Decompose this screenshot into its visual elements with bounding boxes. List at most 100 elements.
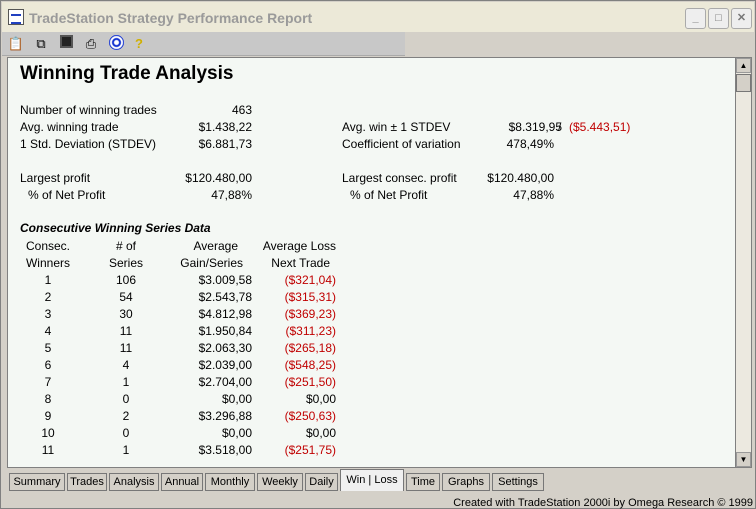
print-button[interactable]: ⎙ xyxy=(82,35,100,53)
tab-annual[interactable]: Annual xyxy=(161,473,203,491)
tab-monthly[interactable]: Monthly xyxy=(205,473,255,491)
pct-net-label-2: % of Net Profit xyxy=(350,188,428,202)
cell-winners: 2 xyxy=(44,290,52,304)
largest-profit-label: Largest profit xyxy=(20,171,91,185)
copy-icon: ⧉ xyxy=(36,36,46,51)
properties-button[interactable]: 📋 xyxy=(7,35,25,53)
vertical-scrollbar[interactable]: ▲ ▼ xyxy=(735,57,752,468)
cell-series: 4 xyxy=(122,358,130,372)
col-header-series: Series xyxy=(108,256,143,270)
arrow-down-icon: ▼ xyxy=(739,455,748,464)
cell-series: 0 xyxy=(122,426,130,440)
close-icon: ✕ xyxy=(736,12,747,24)
report-window: TradeStation Strategy Performance Report… xyxy=(0,0,756,509)
save-button[interactable] xyxy=(57,35,75,53)
cell-loss: ($265,18) xyxy=(284,341,336,355)
col-header-winners: Winners xyxy=(25,256,70,270)
cell-winners: 11 xyxy=(41,443,55,457)
tab-graphs[interactable]: Graphs xyxy=(442,473,490,491)
cell-loss: ($251,75) xyxy=(284,443,336,457)
avg-win-plus: $8.319,95 xyxy=(508,120,562,134)
target-icon xyxy=(108,35,124,50)
tab-summary[interactable]: Summary xyxy=(9,473,65,491)
cell-winners: 6 xyxy=(44,358,52,372)
close-button[interactable]: ✕ xyxy=(731,8,752,29)
target-button[interactable] xyxy=(107,35,125,53)
cell-series: 106 xyxy=(115,273,137,287)
report-tabs: Summary Trades Analysis Annual Monthly Weekly… xyxy=(7,469,752,493)
save-icon xyxy=(59,35,73,48)
stat-value: $1.438,22 xyxy=(198,120,252,134)
pct-net-label: % of Net Profit xyxy=(28,188,106,202)
cell-winners: 1 xyxy=(44,273,52,287)
stat-value: 463 xyxy=(231,103,252,117)
cell-series: 30 xyxy=(119,307,133,321)
tab-time[interactable]: Time xyxy=(406,473,440,491)
footer-credit: Created with TradeStation 2000i by Omega… xyxy=(453,497,753,509)
cell-series: 11 xyxy=(119,324,133,338)
help-button[interactable]: ? xyxy=(130,35,148,53)
print-icon: ⎙ xyxy=(85,36,97,51)
cell-gain: $0,00 xyxy=(221,426,252,440)
scroll-up-button[interactable]: ▲ xyxy=(736,58,751,73)
maximize-button[interactable]: □ xyxy=(708,8,729,29)
cell-gain: $3.518,00 xyxy=(198,443,252,457)
cell-loss: ($369,23) xyxy=(284,307,336,321)
col-header-gain: Gain/Series xyxy=(180,256,243,270)
title-bar[interactable]: TradeStation Strategy Performance Report… xyxy=(2,2,754,32)
tab-daily[interactable]: Daily xyxy=(305,473,338,491)
cell-gain: $3.296,88 xyxy=(198,409,252,423)
avg-win-minus: ($5.443,51) xyxy=(569,120,631,134)
largest-consec-label: Largest consec. profit xyxy=(342,171,457,185)
window-title: TradeStation Strategy Performance Report xyxy=(29,10,313,26)
col-header-winners: Consec. xyxy=(25,239,71,253)
cell-winners: 4 xyxy=(44,324,52,338)
avg-win-separator: / xyxy=(558,120,562,134)
properties-icon: 📋 xyxy=(7,36,25,51)
tab-analysis[interactable]: Analysis xyxy=(109,473,159,491)
toolbar: 📋 ⧉ ⎙ ? xyxy=(2,32,405,56)
cell-gain: $2.063,30 xyxy=(198,341,252,355)
largest-consec-value: $120.480,00 xyxy=(487,171,554,185)
cell-winners: 3 xyxy=(44,307,52,321)
app-icon xyxy=(8,9,24,25)
cell-loss: ($321,04) xyxy=(284,273,336,287)
cell-winners: 5 xyxy=(44,341,52,355)
cell-loss: ($251,50) xyxy=(284,375,336,389)
tab-win-loss[interactable]: Win | Loss xyxy=(340,469,404,491)
largest-profit-value: $120.480,00 xyxy=(185,171,252,185)
copy-button[interactable]: ⧉ xyxy=(32,35,50,53)
report-pane: Winning Trade Analysis Number of winning… xyxy=(7,57,735,468)
pct-net-value: 47,88% xyxy=(211,188,252,202)
cell-loss: $0,00 xyxy=(305,426,336,440)
cell-loss: ($315,31) xyxy=(284,290,336,304)
cell-winners: 8 xyxy=(44,392,52,406)
stat-value: $6.881,73 xyxy=(198,137,252,151)
tab-settings[interactable]: Settings xyxy=(492,473,544,491)
arrow-up-icon: ▲ xyxy=(739,61,748,70)
cell-gain: $1.950,84 xyxy=(198,324,252,338)
col-header-series: # of xyxy=(115,239,136,253)
stat-label: Number of winning trades xyxy=(20,103,157,117)
minimize-button[interactable]: _ xyxy=(685,8,706,29)
cell-winners: 10 xyxy=(41,426,55,440)
tab-trades[interactable]: Trades xyxy=(67,473,107,491)
stat-label: 1 Std. Deviation (STDEV) xyxy=(20,137,157,151)
avg-win-label: Avg. win ± 1 STDEV xyxy=(342,120,451,134)
scroll-down-button[interactable]: ▼ xyxy=(736,452,751,467)
pct-net-value-2: 47,88% xyxy=(513,188,554,202)
cell-loss: ($311,23) xyxy=(285,324,336,338)
cell-series: 11 xyxy=(119,341,133,355)
scroll-thumb[interactable] xyxy=(736,74,751,92)
cell-loss: $0,00 xyxy=(305,392,336,406)
help-icon: ? xyxy=(135,36,143,51)
maximize-icon: □ xyxy=(715,12,722,24)
cell-loss: ($250,63) xyxy=(284,409,336,423)
page-title: Winning Trade Analysis xyxy=(20,63,234,84)
tab-weekly[interactable]: Weekly xyxy=(257,473,303,491)
cell-gain: $0,00 xyxy=(221,392,252,406)
cell-gain: $2.039,00 xyxy=(198,358,252,372)
coef-label: Coefficient of variation xyxy=(342,137,461,151)
cell-loss: ($548,25) xyxy=(284,358,336,372)
series-section-title: Consecutive Winning Series Data xyxy=(20,221,211,235)
